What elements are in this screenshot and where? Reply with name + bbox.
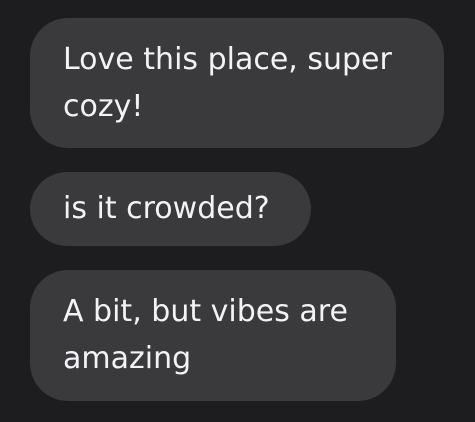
message-bubble: is it crowded? (30, 172, 311, 246)
message-text: is it crowded? (63, 191, 270, 226)
message-text: A bit, but vibes are amazing (63, 294, 348, 376)
message-text: Love this place, super cozy! (63, 42, 392, 124)
message-bubble: Love this place, super cozy! (30, 18, 444, 148)
message-bubble: A bit, but vibes are amazing (30, 270, 396, 401)
chat-thread: Love this place, super cozy! is it crowd… (0, 0, 475, 422)
